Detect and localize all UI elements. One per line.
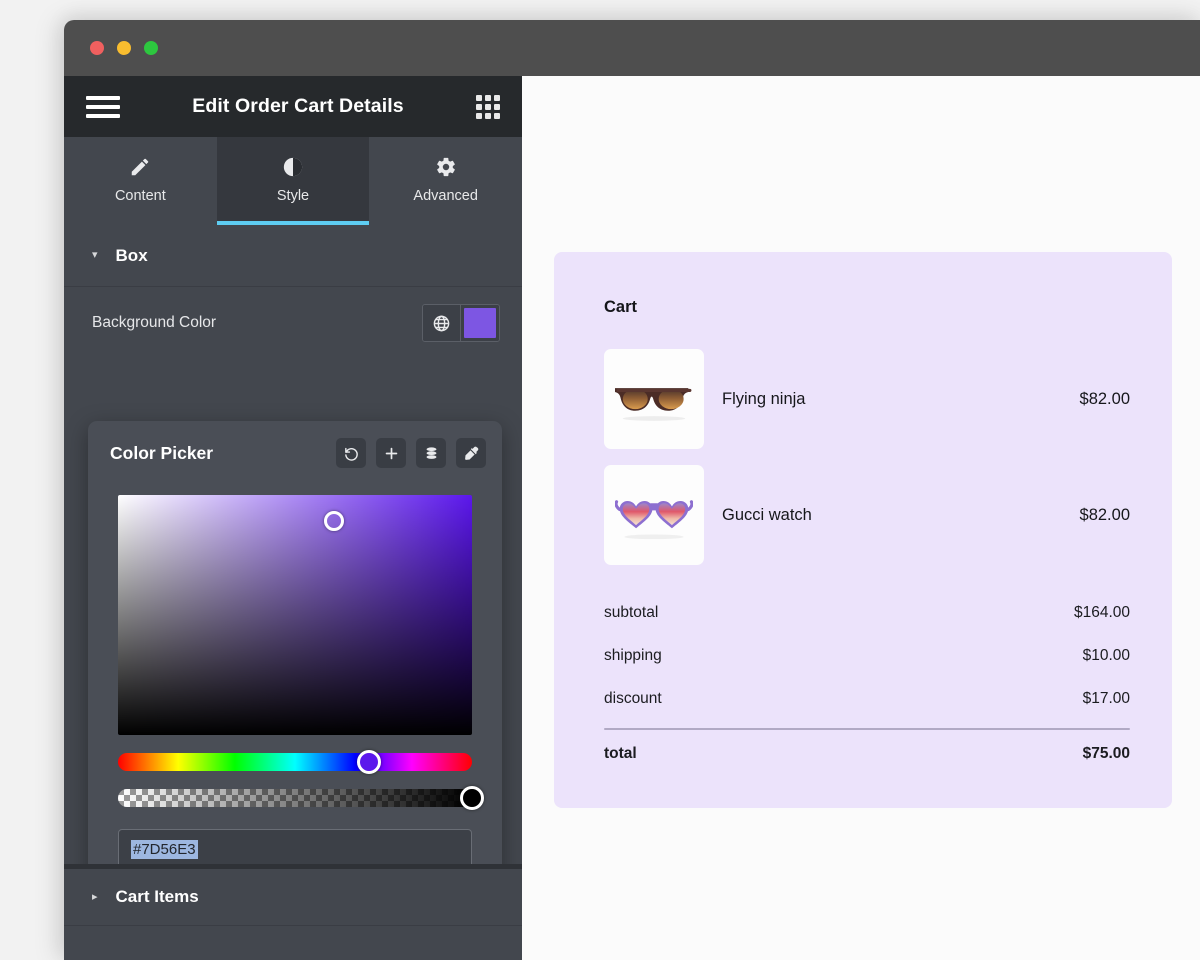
- total-label: subtotal: [604, 604, 658, 622]
- total-value: $164.00: [1074, 604, 1130, 622]
- background-color-label: Background Color: [92, 314, 422, 332]
- alpha-slider[interactable]: [118, 789, 472, 807]
- tab-content[interactable]: Content: [64, 137, 217, 225]
- heart-sunglasses-image: [604, 465, 704, 565]
- total-row-shipping: shipping $10.00: [604, 634, 1130, 677]
- alpha-slider-handle[interactable]: [460, 786, 484, 810]
- cart-item: Gucci watch $82.00: [604, 457, 1130, 573]
- section-title-box: Box: [116, 246, 148, 266]
- section-header-cart-items[interactable]: ▸ Cart Items: [64, 864, 522, 926]
- grid-apps-icon[interactable]: [476, 95, 500, 119]
- total-row-grand: total $75.00: [604, 732, 1130, 775]
- hex-input-value: #7D56E3: [131, 840, 198, 859]
- desktop-backdrop: Edit Order Cart Details Content: [0, 0, 1200, 960]
- editor-sidebar: Edit Order Cart Details Content: [64, 76, 522, 960]
- grand-total-label: total: [604, 745, 637, 763]
- tab-style-label: Style: [277, 188, 309, 204]
- pencil-icon: [129, 155, 151, 179]
- section-title-cart-items: Cart Items: [116, 887, 199, 907]
- totals-divider: [604, 728, 1130, 730]
- color-picker-title: Color Picker: [110, 443, 326, 464]
- total-value: $10.00: [1083, 647, 1130, 665]
- minimize-window-button[interactable]: [117, 41, 131, 55]
- reset-icon[interactable]: [336, 438, 366, 468]
- app-window: Edit Order Cart Details Content: [64, 20, 1200, 960]
- window-body: Edit Order Cart Details Content: [64, 76, 1200, 960]
- cart-totals: subtotal $164.00 shipping $10.00 discoun…: [604, 591, 1130, 775]
- brown-sunglasses-image: [604, 349, 704, 449]
- total-row-discount: discount $17.00: [604, 677, 1130, 720]
- panel-header: Edit Order Cart Details: [64, 76, 522, 137]
- tab-advanced-label: Advanced: [413, 188, 478, 204]
- chevron-right-icon: ▸: [92, 892, 98, 903]
- saturation-value-area[interactable]: [118, 495, 472, 735]
- contrast-icon: [282, 155, 304, 179]
- cart-item: Flying ninja $82.00: [604, 341, 1130, 457]
- hex-input[interactable]: #7D56E3: [118, 829, 472, 869]
- hue-slider-handle[interactable]: [357, 750, 381, 774]
- control-row-background-color: Background Color: [64, 287, 522, 359]
- cart-item-price: $82.00: [1080, 506, 1130, 525]
- color-swatch-fill: [464, 308, 496, 338]
- editor-tabs: Content Style: [64, 137, 522, 225]
- preview-canvas: Cart: [522, 76, 1200, 960]
- saturation-value-handle[interactable]: [324, 511, 344, 531]
- tab-content-label: Content: [115, 188, 166, 204]
- globe-icon[interactable]: [423, 305, 461, 341]
- cart-item-name: Flying ninja: [704, 390, 1080, 409]
- total-value: $17.00: [1083, 690, 1130, 708]
- grand-total-value: $75.00: [1083, 745, 1130, 763]
- hue-slider[interactable]: [118, 753, 472, 771]
- hamburger-icon[interactable]: [86, 96, 120, 118]
- total-label: discount: [604, 690, 662, 708]
- window-title-bar: [64, 20, 1200, 76]
- chevron-down-icon: ▾: [92, 250, 98, 261]
- eyedropper-icon[interactable]: [456, 438, 486, 468]
- color-picker-header: Color Picker: [88, 421, 502, 485]
- add-icon[interactable]: [376, 438, 406, 468]
- color-control-group: [422, 304, 500, 342]
- gear-icon: [435, 155, 457, 179]
- page-title: Edit Order Cart Details: [120, 95, 476, 118]
- total-row-subtotal: subtotal $164.00: [604, 591, 1130, 634]
- maximize-window-button[interactable]: [144, 41, 158, 55]
- tab-style[interactable]: Style: [217, 137, 370, 225]
- close-window-button[interactable]: [90, 41, 104, 55]
- cart-item-price: $82.00: [1080, 390, 1130, 409]
- tab-advanced[interactable]: Advanced: [369, 137, 522, 225]
- cart-heading: Cart: [604, 298, 1130, 317]
- cart-item-name: Gucci watch: [704, 506, 1080, 525]
- swatches-icon[interactable]: [416, 438, 446, 468]
- total-label: shipping: [604, 647, 662, 665]
- color-swatch-button[interactable]: [461, 305, 499, 341]
- color-picker-popup: Color Picker: [88, 421, 502, 895]
- cart-widget: Cart: [554, 252, 1172, 808]
- color-picker-body: #7D56E3: [88, 485, 502, 895]
- section-header-box[interactable]: ▾ Box: [64, 225, 522, 287]
